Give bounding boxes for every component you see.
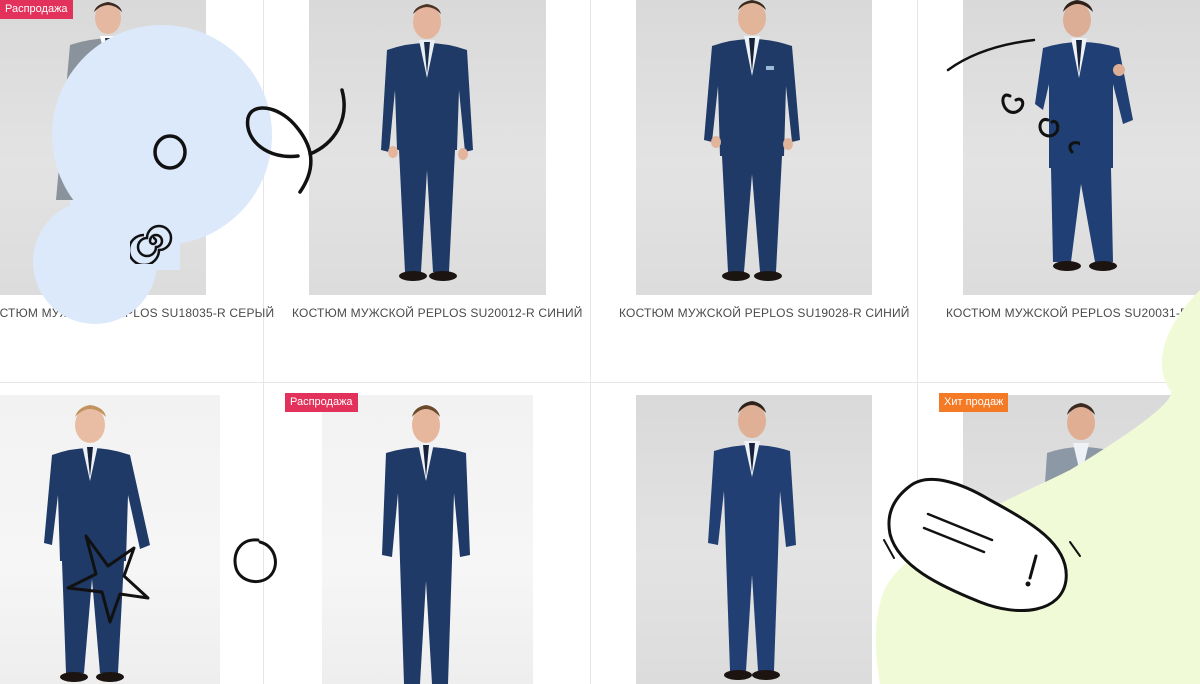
product-catalog-grid: Распродажа КОСТЮМ МУЖСКОЙ PEPLOS SU18035… bbox=[0, 0, 1200, 684]
model-figure bbox=[0, 0, 206, 295]
product-title[interactable]: КОСТЮМ МУЖСКОЙ PEPLOS SU20031-R СИНИЙ bbox=[946, 306, 1200, 320]
hit-badge: Хит продаж bbox=[939, 393, 1009, 412]
model-figure bbox=[322, 395, 533, 684]
product-card[interactable]: Хит продаж bbox=[918, 383, 1200, 684]
model-figure bbox=[963, 0, 1200, 295]
product-title[interactable]: КОСТЮМ МУЖСКОЙ PEPLOS SU18035-R СЕРЫЙ bbox=[0, 306, 274, 320]
product-photo[interactable] bbox=[309, 0, 546, 295]
product-card[interactable]: КОСТЮМ МУЖСКОЙ PEPLOS SU19028-R СИНИЙ bbox=[591, 0, 917, 382]
product-card[interactable]: Распродажа КОСТЮМ МУЖСКОЙ PEPLOS SU18035… bbox=[0, 0, 274, 382]
sale-badge: Распродажа bbox=[285, 393, 358, 412]
model-figure bbox=[309, 0, 546, 295]
model-figure bbox=[0, 395, 220, 684]
product-photo[interactable] bbox=[963, 395, 1200, 684]
product-photo[interactable] bbox=[0, 0, 206, 295]
product-photo[interactable] bbox=[636, 0, 872, 295]
product-photo[interactable] bbox=[322, 395, 533, 684]
product-card[interactable]: КОСТЮМ МУЖСКОЙ PEPLOS SU20031-R СИНИЙ bbox=[918, 0, 1200, 382]
product-photo[interactable] bbox=[963, 0, 1200, 295]
product-photo[interactable] bbox=[636, 395, 872, 684]
sale-badge: Распродажа bbox=[0, 0, 73, 19]
model-figure bbox=[636, 395, 872, 684]
product-card[interactable]: КОСТЮМ МУЖСКОЙ PEPLOS SU20012-R СИНИЙ bbox=[264, 0, 590, 382]
product-title[interactable]: КОСТЮМ МУЖСКОЙ PEPLOS SU20012-R СИНИЙ bbox=[292, 306, 583, 320]
product-card[interactable] bbox=[0, 383, 263, 684]
model-figure bbox=[963, 395, 1200, 684]
product-photo[interactable] bbox=[0, 395, 220, 684]
model-figure bbox=[636, 0, 872, 295]
product-title[interactable]: КОСТЮМ МУЖСКОЙ PEPLOS SU19028-R СИНИЙ bbox=[619, 306, 910, 320]
product-card[interactable]: Распродажа bbox=[264, 383, 590, 684]
product-card[interactable] bbox=[591, 383, 917, 684]
